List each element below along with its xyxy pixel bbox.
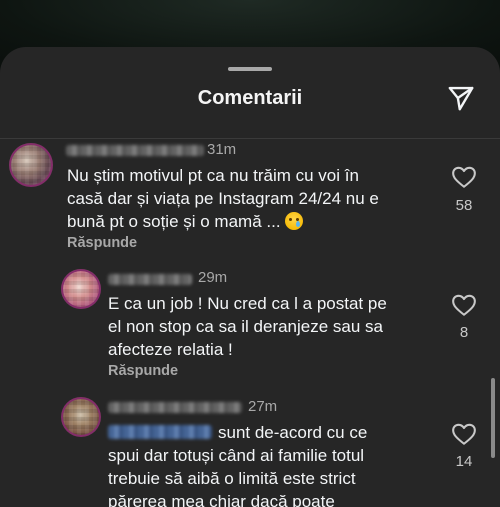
header-divider — [0, 138, 500, 139]
reply-button[interactable]: Răspunde — [108, 363, 178, 379]
username-redacted[interactable] — [108, 274, 192, 285]
crying-face-emoji — [285, 212, 304, 230]
username-redacted[interactable] — [66, 145, 204, 156]
reply-button[interactable]: Răspunde — [67, 235, 137, 251]
username-redacted[interactable] — [108, 402, 242, 413]
send-icon — [448, 86, 474, 111]
avatar[interactable] — [61, 397, 101, 437]
like-count: 14 — [455, 453, 473, 470]
comment-text: Nu știm motivul pt ca nu trăim cu voi în… — [67, 166, 379, 231]
heart-icon[interactable] — [451, 293, 477, 317]
scrollbar[interactable] — [491, 378, 495, 458]
avatar[interactable] — [61, 269, 101, 309]
drag-handle[interactable] — [228, 67, 272, 71]
comments-sheet: Comentarii 31m Nu știm motivul pt ca nu … — [0, 47, 500, 507]
like-count: 8 — [459, 324, 469, 341]
like-count: 58 — [455, 197, 473, 214]
heart-icon[interactable] — [451, 422, 477, 446]
sheet-title: Comentarii — [197, 87, 303, 109]
comment-time: 27m — [248, 398, 278, 415]
avatar[interactable] — [9, 143, 53, 187]
comment-text: E ca un job ! Nu cred ca l a postat pe e… — [108, 294, 387, 359]
comment-text: sunt de-acord cu ce spui dar totuși când… — [108, 423, 368, 507]
comment-time: 29m — [198, 269, 228, 286]
heart-icon[interactable] — [451, 165, 477, 189]
mention-redacted[interactable] — [108, 425, 212, 439]
share-button[interactable] — [444, 81, 478, 115]
comment-time: 31m — [207, 141, 237, 158]
